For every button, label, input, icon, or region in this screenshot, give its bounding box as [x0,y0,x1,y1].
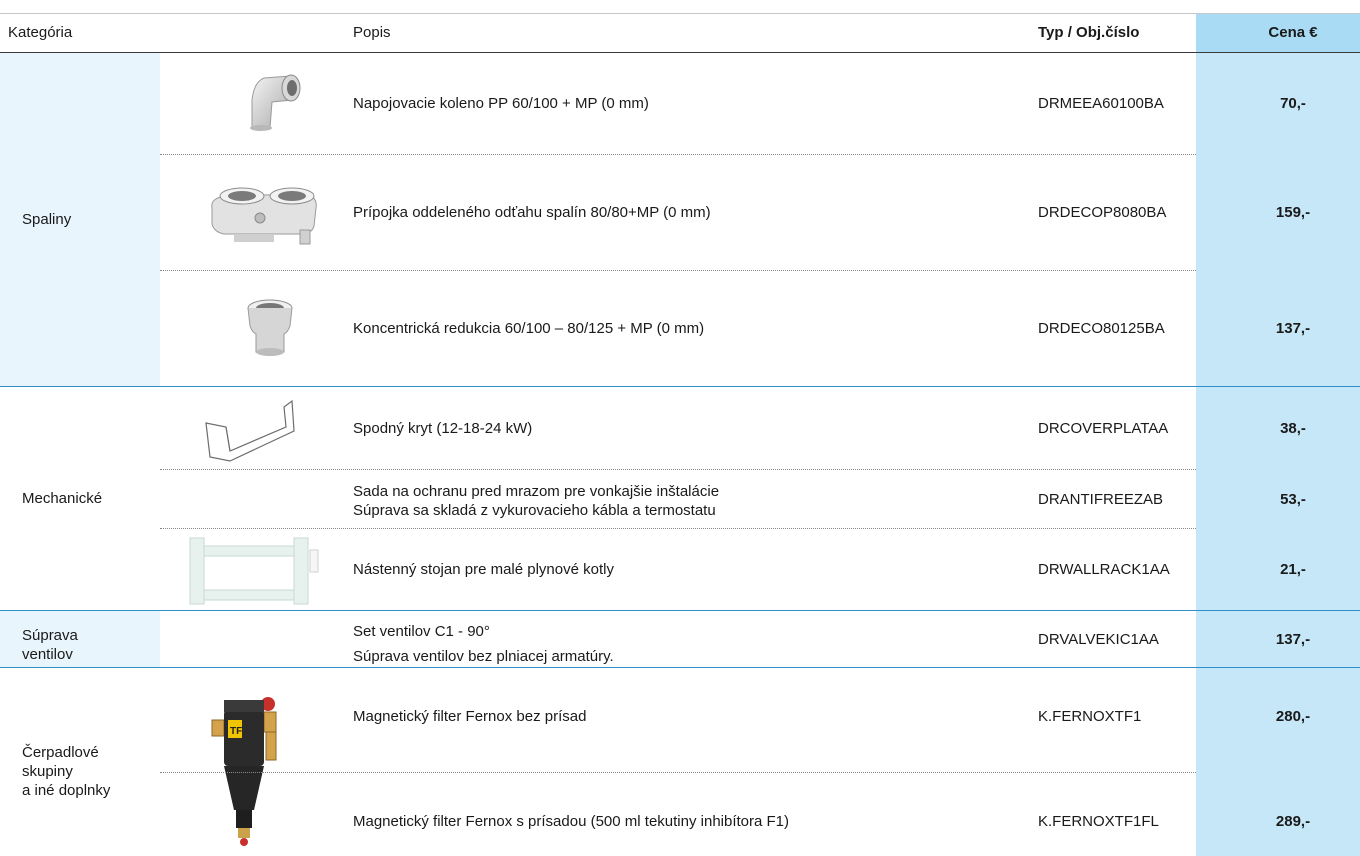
item-description-line: Set ventilov C1 - 90° [353,623,490,640]
twin-flue-adapter-icon [204,180,324,250]
price-table: Kategória Popis Typ / Obj.číslo Cena € S… [0,0,1360,856]
table-top-border [0,13,1360,14]
category-line: Čerpadlové [22,744,99,761]
item-price: 53,- [1280,490,1306,508]
item-description: Magnetický filter Fernox bez prísad [353,707,587,725]
item-code: DRWALLRACK1AA [1038,560,1170,578]
item-description-line: Súprava ventilov bez plniacej armatúry. [353,648,614,665]
item-description: Sada na ochranu pred mrazom pre vonkajši… [353,482,1033,522]
magnetic-filter-icon: TF [208,690,280,850]
item-code: DRMEEA60100BA [1038,95,1164,112]
category-line: skupiny [22,763,73,780]
header-code: Typ / Obj.číslo [1038,24,1140,41]
item-code: DRCOVERPLATAA [1038,419,1169,437]
category-cerpadlove-skupiny: Čerpadlové skupiny a iné doplnky [22,743,162,803]
item-price: 137,- [1275,630,1311,648]
header-description: Popis [353,24,391,41]
item-code: K.FERNOXTF1FL [1038,812,1159,830]
category-mechanicke: Mechanické [22,489,103,507]
item-code: DRANTIFREEZAB [1038,490,1164,508]
category-suprava-ventilov: Súprava ventilov [22,626,162,666]
item-description: Set ventilov C1 - 90° Súprava ventilov b… [353,622,1033,666]
item-description: Napojovacie koleno PP 60/100 + MP (0 mm) [353,95,649,112]
item-code: K.FERNOXTF1 [1038,707,1142,725]
header-category: Kategória [8,24,73,41]
header-price: Cena € [1268,24,1318,41]
item-description-line: Súprava sa skladá z vykurovacieho kábla … [353,502,716,519]
item-code: DRVALVEKIC1AA [1038,630,1159,648]
item-description: Magnetický filter Fernox s prísadou (500… [353,812,790,830]
category-line: a iné doplnky [22,782,111,799]
item-price: 137,- [1275,320,1311,337]
item-description-line: Sada na ochranu pred mrazom pre vonkajši… [353,483,720,500]
item-description: Koncentrická redukcia 60/100 – 80/125 + … [353,320,705,337]
item-description: Prípojka oddeleného odťahu spalín 80/80+… [353,204,711,221]
category-spaliny: Spaliny [22,211,72,228]
svg-text:TF: TF [230,726,242,737]
item-price: 70,- [1280,95,1306,112]
item-price: 38,- [1280,419,1306,437]
elbow-pipe-icon [246,70,306,132]
category-line: Súprava [22,627,78,644]
item-price: 21,- [1280,560,1306,578]
item-description: Spodný kryt (12-18-24 kW) [353,419,533,437]
item-price: 159,- [1275,204,1311,221]
item-code: DRDECO80125BA [1038,320,1165,337]
cover-plate-icon [200,397,300,465]
concentric-reducer-icon [244,298,296,360]
category-line: ventilov [22,646,73,663]
item-price: 280,- [1275,707,1311,725]
item-price: 289,- [1275,812,1311,830]
wall-rack-icon [186,534,320,608]
item-description: Nástenný stojan pre malé plynové kotly [353,560,614,578]
item-code: DRDECOP8080BA [1038,204,1167,221]
